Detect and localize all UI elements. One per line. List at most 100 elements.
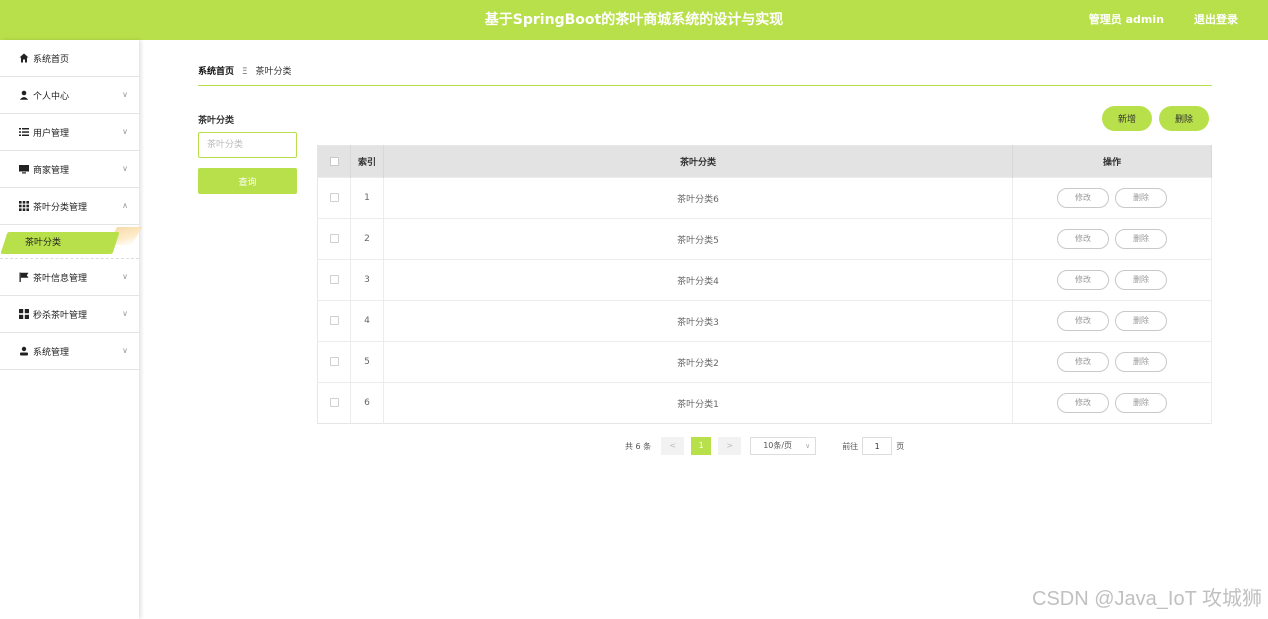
sidebar-item-flash-sale[interactable]: 秒杀茶叶管理 ∨: [0, 296, 139, 333]
search-button[interactable]: 查询: [198, 168, 297, 194]
chevron-down-icon: ∨: [122, 127, 128, 136]
submenu-tea-category: 茶叶分类: [0, 225, 143, 259]
row-select-cell: [317, 259, 351, 301]
row-select-cell: [317, 382, 351, 424]
pagination: 共 6 条 < 1 > 10条/页 ∨ 前往 页: [625, 437, 904, 455]
edit-button[interactable]: 修改: [1057, 352, 1109, 372]
sidebar-item-label: 用户管理: [33, 128, 70, 139]
row-ops: 修改 删除: [1012, 218, 1212, 260]
prev-page-button[interactable]: <: [661, 437, 685, 455]
select-all-checkbox[interactable]: [329, 156, 339, 166]
sidebar-item-label: 商家管理: [33, 165, 70, 176]
row-index: 6: [350, 382, 384, 424]
row-select-cell: [317, 300, 351, 342]
breadcrumb-home[interactable]: 系统首页: [198, 67, 234, 77]
app-title: 基于SpringBoot的茶叶商城系统的设计与实现: [484, 12, 784, 28]
row-index: 4: [350, 300, 384, 342]
row-category: 茶叶分类2: [383, 341, 1013, 383]
page-suffix: 页: [896, 441, 905, 451]
delete-button[interactable]: 删除: [1115, 270, 1167, 290]
sidebar-item-tea-info[interactable]: 茶叶信息管理 ∨: [0, 259, 139, 296]
edit-button[interactable]: 修改: [1057, 188, 1109, 208]
grid-icon: [18, 201, 29, 212]
table-row: 5 茶叶分类2 修改 删除: [317, 341, 1212, 383]
chevron-down-icon: ∨: [122, 346, 128, 355]
row-checkbox[interactable]: [329, 357, 339, 366]
delete-button[interactable]: 删除: [1115, 393, 1167, 413]
breadcrumb-current: 茶叶分类: [255, 67, 292, 77]
chevron-down-icon: ∨: [122, 309, 128, 318]
delete-button[interactable]: 删除: [1115, 352, 1167, 372]
sidebar-item-label: 茶叶信息管理: [33, 273, 88, 284]
sidebar-subitem-tea-category[interactable]: 茶叶分类: [25, 232, 61, 254]
pagination-total: 共 6 条: [625, 441, 652, 451]
goto-page-input[interactable]: [862, 437, 893, 455]
sidebar-item-merchants[interactable]: 商家管理 ∨: [0, 151, 139, 188]
sidebar: 系统首页 个人中心 ∨ 用户管理 ∨ 商家管理 ∨ 茶叶分类管理 ∧ 茶叶分类: [0, 40, 143, 619]
next-page-button[interactable]: >: [718, 437, 742, 455]
table-row: 6 茶叶分类1 修改 删除: [317, 382, 1212, 424]
delete-button[interactable]: 删除: [1115, 188, 1167, 208]
category-search-input[interactable]: [198, 132, 297, 158]
sidebar-item-label: 系统首页: [33, 54, 70, 65]
row-select-cell: [317, 177, 351, 219]
add-button[interactable]: 新增: [1102, 106, 1152, 131]
select-all-cell: [317, 145, 351, 178]
batch-delete-button[interactable]: 删除: [1159, 106, 1209, 131]
chevron-up-icon: ∧: [122, 201, 128, 210]
watermark: CSDN @Java_IoT 攻城狮: [1032, 588, 1262, 610]
page-size-select[interactable]: 10条/页 ∨: [750, 437, 817, 455]
delete-button[interactable]: 删除: [1115, 311, 1167, 331]
sidebar-item-system[interactable]: 系统管理 ∨: [0, 333, 139, 370]
row-category: 茶叶分类6: [383, 177, 1013, 219]
sidebar-item-label: 系统管理: [33, 347, 70, 358]
current-user: 管理员 admin: [1088, 13, 1164, 26]
sidebar-item-home[interactable]: 系统首页: [0, 40, 139, 77]
breadcrumb-separator: Ξ: [241, 67, 248, 77]
row-checkbox[interactable]: [329, 316, 339, 325]
table-row: 3 茶叶分类4 修改 删除: [317, 259, 1212, 301]
row-checkbox[interactable]: [329, 275, 339, 284]
sidebar-item-label: 个人中心: [33, 91, 70, 102]
user-icon: [18, 90, 29, 101]
row-select-cell: [317, 341, 351, 383]
sidebar-item-label: 茶叶分类管理: [33, 202, 88, 213]
sidebar-item-users[interactable]: 用户管理 ∨: [0, 114, 139, 151]
edit-button[interactable]: 修改: [1057, 311, 1109, 331]
edit-button[interactable]: 修改: [1057, 393, 1109, 413]
apps-icon: [18, 309, 29, 320]
goto-label: 前往: [842, 441, 859, 451]
edit-button[interactable]: 修改: [1057, 270, 1109, 290]
table-row: 1 茶叶分类6 修改 删除: [317, 177, 1212, 219]
sidebar-item-tea-category[interactable]: 茶叶分类管理 ∧: [0, 188, 139, 225]
list-icon: [18, 127, 29, 138]
row-index: 2: [350, 218, 384, 260]
breadcrumb-divider: [198, 85, 1212, 86]
edit-button[interactable]: 修改: [1057, 229, 1109, 249]
row-ops: 修改 删除: [1012, 341, 1212, 383]
chevron-down-icon: ∨: [122, 272, 128, 281]
row-index: 1: [350, 177, 384, 219]
chevron-down-icon: ∨: [122, 90, 128, 99]
row-checkbox[interactable]: [329, 398, 339, 407]
row-category: 茶叶分类5: [383, 218, 1013, 260]
header-ops: 操作: [1012, 145, 1212, 178]
row-index: 5: [350, 341, 384, 383]
admin-icon: [18, 346, 29, 357]
row-index: 3: [350, 259, 384, 301]
table-row: 2 茶叶分类5 修改 删除: [317, 218, 1212, 260]
row-checkbox[interactable]: [329, 193, 339, 202]
delete-button[interactable]: 删除: [1115, 229, 1167, 249]
page-size-value: 10条/页: [763, 441, 793, 450]
row-checkbox[interactable]: [329, 234, 339, 243]
header-category: 茶叶分类: [383, 145, 1013, 178]
search-label: 茶叶分类: [198, 116, 235, 126]
breadcrumb: 系统首页 Ξ 茶叶分类: [198, 64, 291, 77]
row-ops: 修改 删除: [1012, 300, 1212, 342]
logout-button[interactable]: 退出登录: [1194, 0, 1238, 40]
sidebar-item-personal[interactable]: 个人中心 ∨: [0, 77, 139, 114]
row-ops: 修改 删除: [1012, 259, 1212, 301]
page-1-button[interactable]: 1: [691, 437, 712, 455]
row-category: 茶叶分类4: [383, 259, 1013, 301]
row-select-cell: [317, 218, 351, 260]
